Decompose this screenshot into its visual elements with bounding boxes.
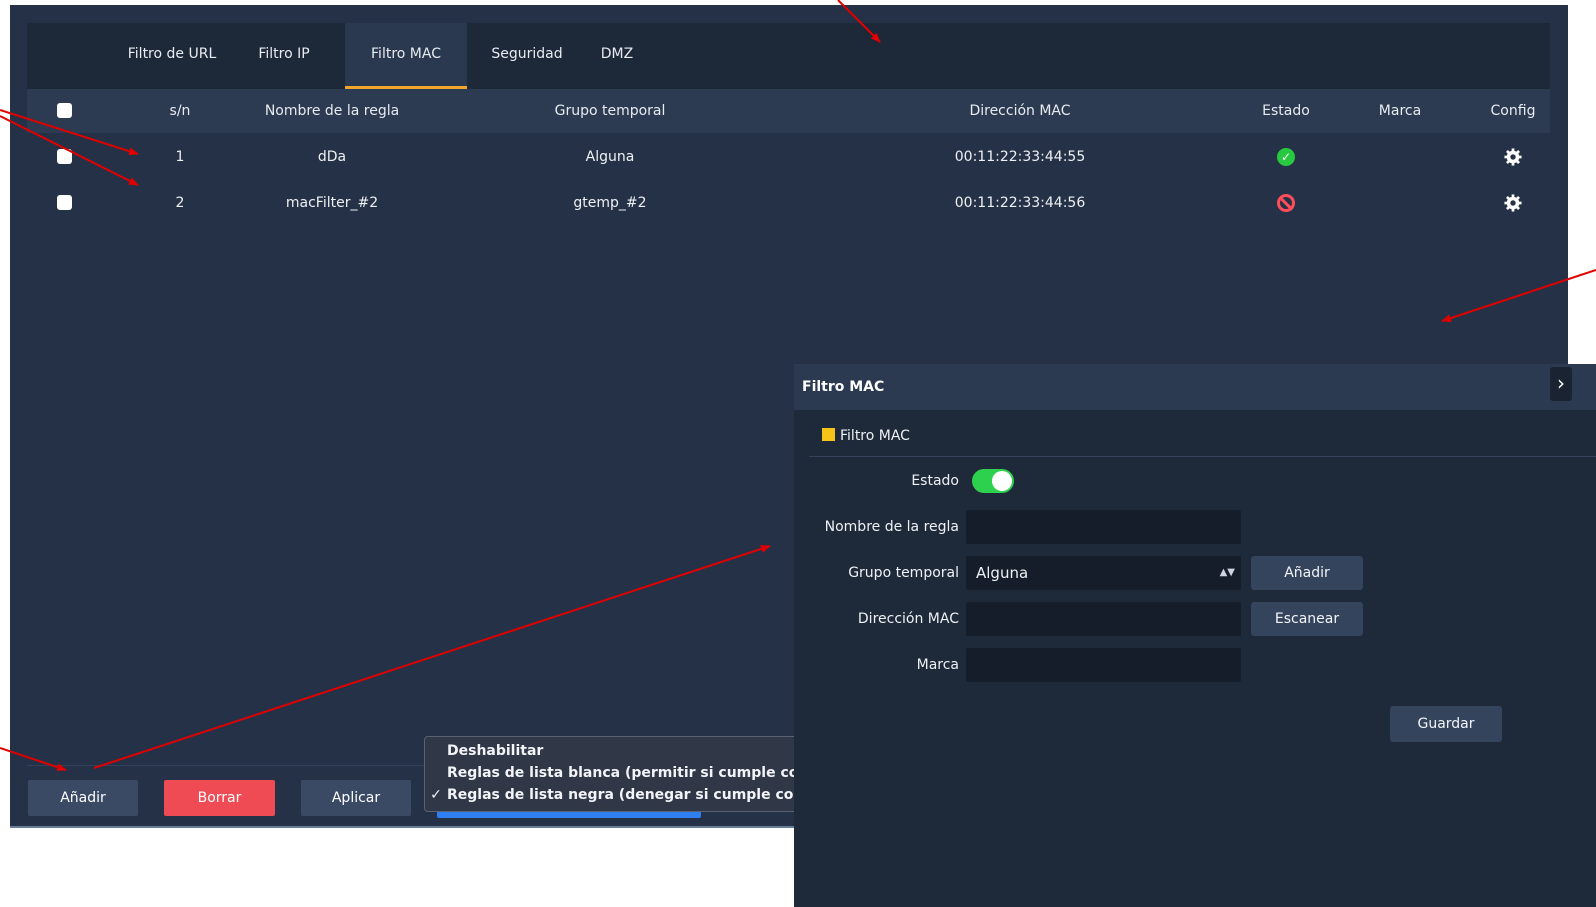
toggle-knob (992, 471, 1012, 491)
delete-button[interactable]: Borrar (164, 780, 275, 816)
row-mac: 00:11:22:33:44:55 (954, 149, 1086, 165)
filter-mode-menu: Deshabilitar Reglas de lista blanca (per… (424, 736, 800, 812)
tab-ip-filter[interactable]: Filtro IP (247, 23, 321, 89)
tab-bar: Filtro de URL Filtro IP Filtro MAC Segur… (27, 23, 1550, 89)
gear-icon[interactable] (1504, 194, 1522, 212)
column-header-status: Estado (1262, 103, 1310, 119)
tab-dmz[interactable]: DMZ (592, 23, 642, 89)
row-rule-name: macFilter_#2 (285, 195, 379, 211)
column-header-config: Config (1490, 103, 1536, 119)
row-time-group: Alguna (585, 149, 635, 165)
mark-input[interactable] (966, 648, 1241, 682)
rule-name-input[interactable] (966, 510, 1241, 544)
menu-item-whitelist[interactable]: Reglas de lista blanca (permitir si cump… (425, 763, 800, 784)
modal-title: Filtro MAC (802, 379, 885, 395)
row-time-group: gtemp_#2 (573, 195, 647, 211)
column-header-rule-name: Nombre de la regla (264, 103, 400, 119)
section-divider (809, 456, 1596, 457)
time-group-value: Alguna (976, 564, 1029, 582)
column-header-mac: Dirección MAC (969, 103, 1071, 119)
add-button[interactable]: Añadir (28, 780, 138, 816)
menu-item-label: Deshabilitar (447, 743, 544, 759)
table-row: 2 macFilter_#2 gtemp_#2 00:11:22:33:44:5… (27, 180, 1550, 226)
square-icon (822, 428, 835, 441)
tab-security[interactable]: Seguridad (487, 23, 567, 89)
section-heading: Filtro MAC (822, 426, 910, 446)
block-icon[interactable] (1277, 194, 1295, 212)
table-row: 1 dDa Alguna 00:11:22:33:44:55 ✓ (27, 134, 1550, 180)
row-rule-name: dDa (317, 149, 347, 165)
row-mark (1360, 134, 1440, 180)
mac-filter-modal: Filtro MAC › Filtro MAC Estado Nombre de… (794, 364, 1596, 907)
gear-icon[interactable] (1504, 148, 1522, 166)
section-title: Filtro MAC (840, 428, 910, 444)
save-button[interactable]: Guardar (1390, 706, 1502, 742)
time-group-label: Grupo temporal (848, 565, 959, 581)
close-icon[interactable]: › (1550, 367, 1572, 401)
rule-name-label: Nombre de la regla (824, 519, 959, 535)
select-all-checkbox[interactable] (57, 103, 72, 118)
tab-mac-filter[interactable]: Filtro MAC (345, 23, 467, 89)
checkmark-icon: ✓ (430, 787, 442, 803)
add-time-group-button[interactable]: Añadir (1251, 556, 1363, 590)
row-mark (1360, 180, 1440, 226)
column-header-mark: Marca (1378, 103, 1422, 119)
modal-header: Filtro MAC › (794, 364, 1596, 410)
menu-item-blacklist[interactable]: ✓ Reglas de lista negra (denegar si cumpl… (425, 785, 800, 806)
row-sn: 1 (175, 149, 185, 165)
scan-button[interactable]: Escanear (1251, 602, 1363, 636)
tab-url-filter[interactable]: Filtro de URL (117, 23, 227, 89)
row-checkbox[interactable] (57, 195, 72, 210)
menu-item-label: Reglas de lista blanca (permitir si cump… (447, 765, 800, 781)
mac-address-input[interactable] (966, 602, 1241, 636)
apply-button[interactable]: Aplicar (301, 780, 411, 816)
status-toggle[interactable] (972, 469, 1014, 493)
menu-item-label: Reglas de lista negra (denegar si cumple… (447, 787, 800, 803)
menu-item-disable[interactable]: Deshabilitar (425, 741, 543, 762)
row-sn: 2 (175, 195, 185, 211)
time-group-select[interactable]: Alguna ▲▼ (966, 556, 1241, 590)
column-header-sn: s/n (169, 103, 191, 119)
column-header-time-group: Grupo temporal (554, 103, 666, 119)
updown-arrow-icon: ▲▼ (1219, 567, 1235, 578)
mac-address-label: Dirección MAC (857, 611, 959, 627)
status-label: Estado (911, 473, 959, 489)
mark-label: Marca (916, 657, 959, 673)
table-header: s/n Nombre de la regla Grupo temporal Di… (27, 89, 1550, 133)
check-circle-icon[interactable]: ✓ (1277, 148, 1295, 166)
row-checkbox[interactable] (57, 149, 72, 164)
row-mac: 00:11:22:33:44:56 (954, 195, 1086, 211)
